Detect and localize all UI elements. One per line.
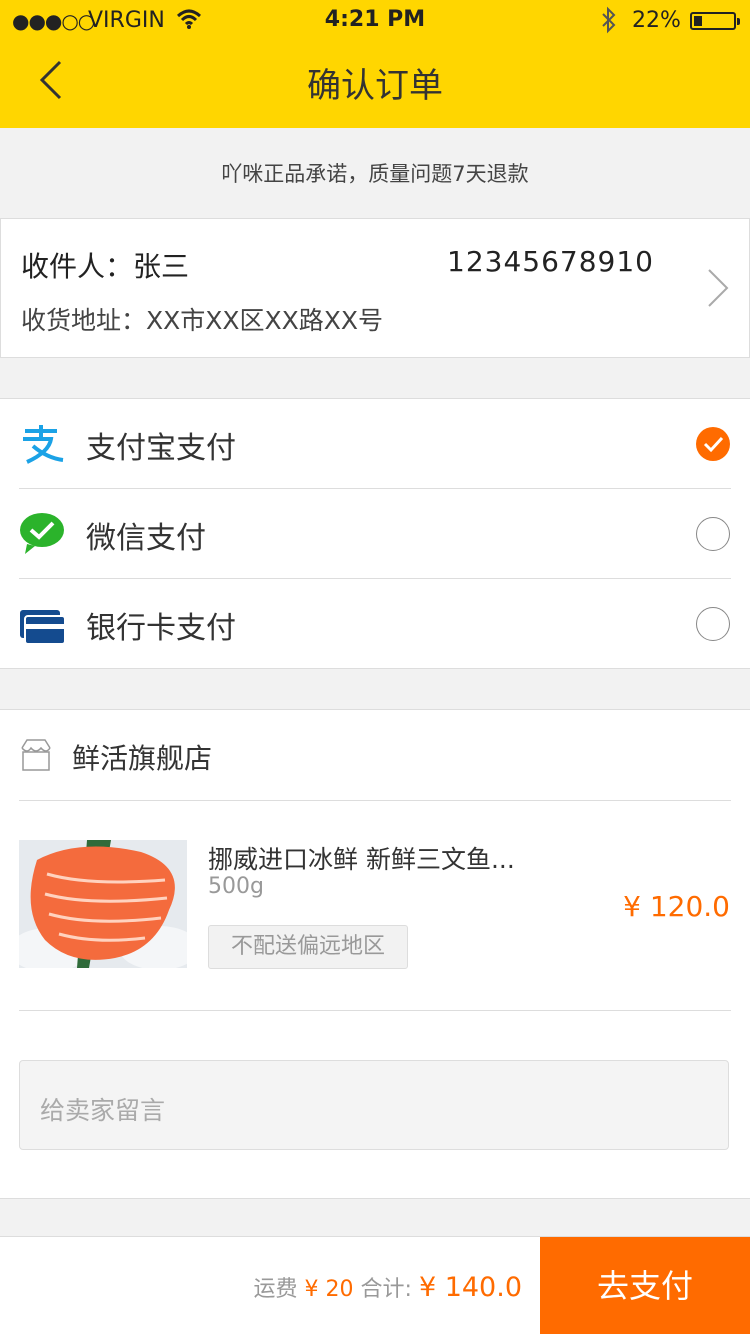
- radio-unselected-icon[interactable]: [696, 517, 730, 551]
- radio-unselected-icon[interactable]: [696, 607, 730, 641]
- alipay-icon: [19, 422, 65, 466]
- address-card[interactable]: 收件人：张三 12345678910 收货地址：XX市XX区XX路XX号: [0, 218, 750, 358]
- quality-promise: 吖咪正品承诺，质量问题7天退款: [221, 162, 529, 186]
- battery-percent: 22%: [632, 8, 681, 33]
- product-name[interactable]: 挪威进口冰鲜 新鲜三文鱼...: [208, 840, 515, 876]
- recipient-address: 收货地址：XX市XX区XX路XX号: [21, 306, 384, 335]
- page-title: 确认订单: [307, 66, 443, 106]
- bluetooth-icon: [600, 6, 618, 40]
- recipient-name: 收件人：张三: [21, 250, 190, 283]
- shop-icon: [19, 738, 53, 776]
- delivery-restriction-tag: 不配送偏远地区: [208, 925, 408, 969]
- recipient-phone: 12345678910: [447, 245, 654, 278]
- order-card: 鲜活旗舰店 挪威进口冰鲜 新鲜三文鱼... 500g 不配送偏远地区 ¥ 120…: [0, 709, 750, 1199]
- shipping-label: 运费: [253, 1277, 298, 1302]
- radio-selected-icon[interactable]: [696, 427, 730, 461]
- total-value: ¥ 140.0: [418, 1272, 522, 1303]
- shipping-value: ¥ 20: [304, 1277, 354, 1302]
- order-summary: 运费 ¥ 20 合计: ¥ 140.0: [254, 1271, 522, 1303]
- battery-fill: [694, 16, 702, 26]
- total-label: 合计:: [360, 1277, 412, 1302]
- payment-option-alipay[interactable]: 支付宝支付: [0, 399, 750, 489]
- product-price: ¥ 120.0: [623, 890, 730, 923]
- wechat-pay-icon: [19, 512, 65, 556]
- chevron-right-icon: [705, 267, 731, 313]
- seller-message-input[interactable]: 给卖家留言: [19, 1060, 729, 1150]
- payment-methods: 支付宝支付 微信支付 银行卡支付: [0, 398, 750, 669]
- shop-name[interactable]: 鲜活旗舰店: [72, 737, 212, 777]
- payment-label: 微信支付: [86, 521, 206, 556]
- divider: [19, 1010, 731, 1011]
- product-weight: 500g: [208, 874, 264, 899]
- divider: [19, 800, 731, 801]
- bank-card-icon: [19, 602, 66, 646]
- checkout-bar: 运费 ¥ 20 合计: ¥ 140.0 去支付: [0, 1236, 750, 1334]
- status-bar: ●●●○○ VIRGIN 4:21 PM 22%: [0, 0, 750, 40]
- payment-option-bank-card[interactable]: 银行卡支付: [0, 579, 750, 669]
- pay-button[interactable]: 去支付: [540, 1237, 750, 1334]
- battery-icon: [690, 12, 740, 30]
- product-image[interactable]: [19, 840, 187, 968]
- payment-label: 银行卡支付: [86, 611, 236, 646]
- payment-label: 支付宝支付: [86, 431, 236, 466]
- header-bar: ●●●○○ VIRGIN 4:21 PM 22% 确认订单: [0, 0, 750, 128]
- payment-option-wechat[interactable]: 微信支付: [0, 489, 750, 579]
